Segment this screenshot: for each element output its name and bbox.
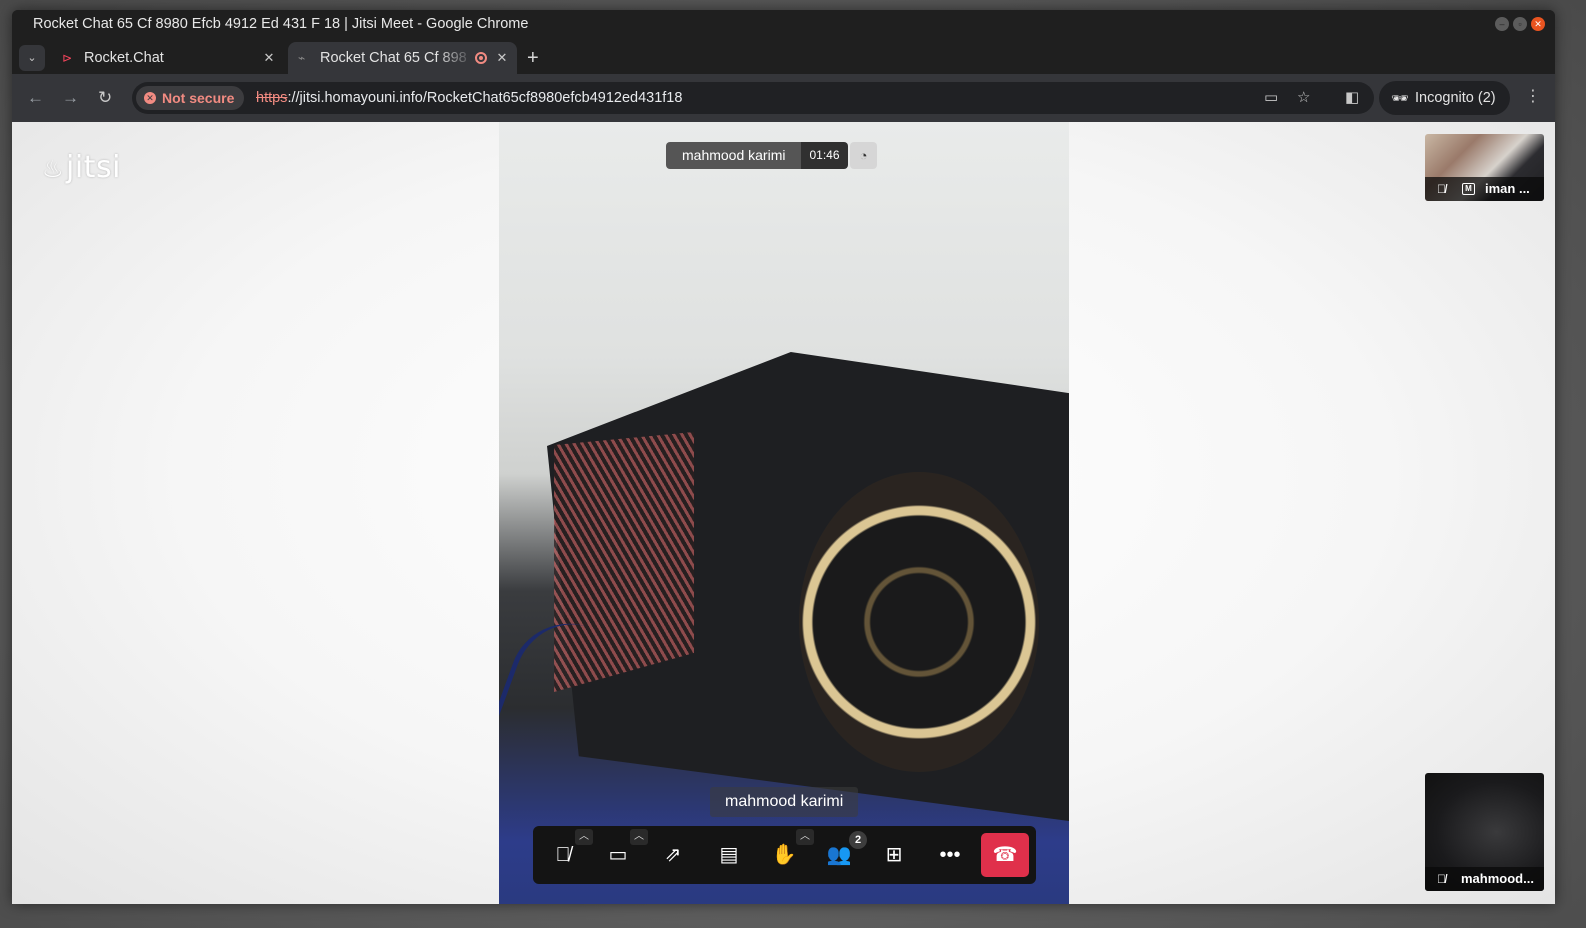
participants-icon[interactable]: 👥 2: [817, 831, 867, 877]
meeting-timer: 01:46: [801, 142, 848, 169]
local-participant-thumbnail[interactable]: 🎙̸ mahmood...: [1425, 773, 1544, 891]
tab-search-icon[interactable]: ⌄: [19, 45, 45, 71]
hangup-icon[interactable]: ☎: [981, 833, 1029, 877]
forward-icon[interactable]: →: [62, 86, 79, 110]
screen-share-icon[interactable]: ⇗: [651, 833, 695, 877]
tab-close-icon[interactable]: ✕: [493, 42, 511, 74]
minimize-icon[interactable]: –: [1495, 17, 1509, 31]
url-text[interactable]: https://jitsi.homayouni.info/RocketChat6…: [256, 82, 682, 114]
participant-name: mahmood...: [1461, 871, 1534, 886]
tab-rocket-chat[interactable]: ⊳ Rocket.Chat ✕: [52, 42, 284, 74]
tab-jitsi-meeting[interactable]: ⌁ Rocket Chat 65 Cf 898 ✕: [288, 42, 517, 74]
window-title: Rocket Chat 65 Cf 8980 Efcb 4912 Ed 431 …: [33, 16, 529, 32]
mic-options-chevron-icon[interactable]: ︿: [575, 829, 593, 845]
tile-view-icon[interactable]: ⊞: [872, 833, 916, 877]
mic-muted-icon[interactable]: 🎙̸ ︿: [541, 829, 593, 877]
recording-indicator-icon: [475, 52, 487, 64]
tab-title: Rocket Chat 65 Cf 898: [320, 50, 467, 66]
incognito-icon: 🕶: [1391, 90, 1409, 106]
thumbnail-bar: 🎙̸ M iman ...: [1425, 177, 1544, 201]
jitsi-favicon-icon: ⌁: [298, 51, 306, 65]
reload-icon[interactable]: ↻: [98, 86, 112, 110]
new-tab-icon[interactable]: +: [527, 43, 539, 73]
window-titlebar: Rocket Chat 65 Cf 8980 Efcb 4912 Ed 431 …: [12, 10, 1555, 38]
jitsi-logo[interactable]: ♨jitsi: [42, 150, 121, 185]
chat-icon[interactable]: ▤: [707, 833, 751, 877]
security-chip[interactable]: ✕ Not secure: [136, 86, 245, 110]
connection-stats-icon[interactable]: ◔: [850, 142, 877, 169]
video-content: [799, 472, 1039, 772]
url-rest: ://jitsi.homayouni.info/RocketChat65cf89…: [287, 90, 683, 106]
incognito-button[interactable]: 🕶 Incognito (2): [1379, 81, 1510, 115]
meeting-toolbar: 🎙̸ ︿ ▭ ︿ ⇗ ▤ ✋ ︿ 👥 2 ⊞ ••• ☎: [533, 826, 1036, 884]
more-icon[interactable]: •••: [928, 833, 972, 877]
not-secure-icon: ✕: [144, 92, 156, 104]
main-video-stage[interactable]: mahmood karimi 01:46 ◔ mahmood karimi 🎙̸…: [499, 122, 1069, 904]
participant-name: iman ...: [1485, 181, 1530, 196]
moderator-icon: M: [1462, 183, 1475, 195]
video-subtitle-name: mahmood karimi: [710, 787, 859, 817]
thumbnail-bar: 🎙̸ mahmood...: [1425, 867, 1544, 891]
tab-title: Rocket.Chat: [84, 50, 164, 66]
speaker-name-badge: mahmood karimi 01:46: [666, 142, 848, 169]
participants-count-badge: 2: [849, 831, 867, 849]
reactions-chevron-icon[interactable]: ︿: [796, 829, 814, 845]
browser-window: Rocket Chat 65 Cf 8980 Efcb 4912 Ed 431 …: [12, 10, 1555, 904]
participant-thumbnail[interactable]: 🎙̸ M iman ...: [1425, 134, 1544, 201]
jitsi-logo-icon: ♨: [42, 155, 65, 183]
close-window-icon[interactable]: ✕: [1531, 17, 1545, 31]
incognito-label: Incognito (2): [1415, 90, 1496, 106]
back-icon[interactable]: ←: [27, 86, 44, 110]
camera-icon[interactable]: ▭ ︿: [596, 829, 648, 877]
jitsi-meeting-view: ♨jitsi mahmood karimi 01:46 ◔ mahmood ka…: [12, 122, 1555, 904]
browser-toolbar: ← → ↻ ✕ Not secure https://jitsi.homayou…: [12, 74, 1555, 122]
chrome-menu-icon[interactable]: ⋮: [1525, 86, 1541, 106]
jitsi-logo-text: jitsi: [66, 150, 121, 185]
side-panel-icon[interactable]: ◧: [1345, 88, 1359, 106]
rocket-chat-favicon-icon: ⊳: [62, 51, 73, 65]
camera-options-chevron-icon[interactable]: ︿: [630, 829, 648, 845]
url-scheme: https: [256, 90, 288, 106]
raise-hand-icon[interactable]: ✋ ︿: [762, 829, 814, 877]
mic-muted-icon: 🎙̸: [1437, 872, 1446, 886]
camera-in-use-icon[interactable]: ▭: [1264, 88, 1278, 108]
maximize-icon[interactable]: ▫: [1513, 17, 1527, 31]
address-bar[interactable]: ✕ Not secure https://jitsi.homayouni.inf…: [132, 82, 1374, 114]
window-controls: – ▫ ✕: [1495, 17, 1545, 31]
tab-close-icon[interactable]: ✕: [260, 42, 278, 74]
mic-muted-icon: 🎙̸: [1437, 182, 1446, 196]
security-label: Not secure: [162, 90, 235, 106]
speaker-name: mahmood karimi: [666, 142, 802, 169]
tab-strip: ⌄ ⊳ Rocket.Chat ✕ ⌁ Rocket Chat 65 Cf 89…: [12, 38, 1555, 74]
bookmark-star-icon[interactable]: ☆: [1297, 88, 1310, 108]
